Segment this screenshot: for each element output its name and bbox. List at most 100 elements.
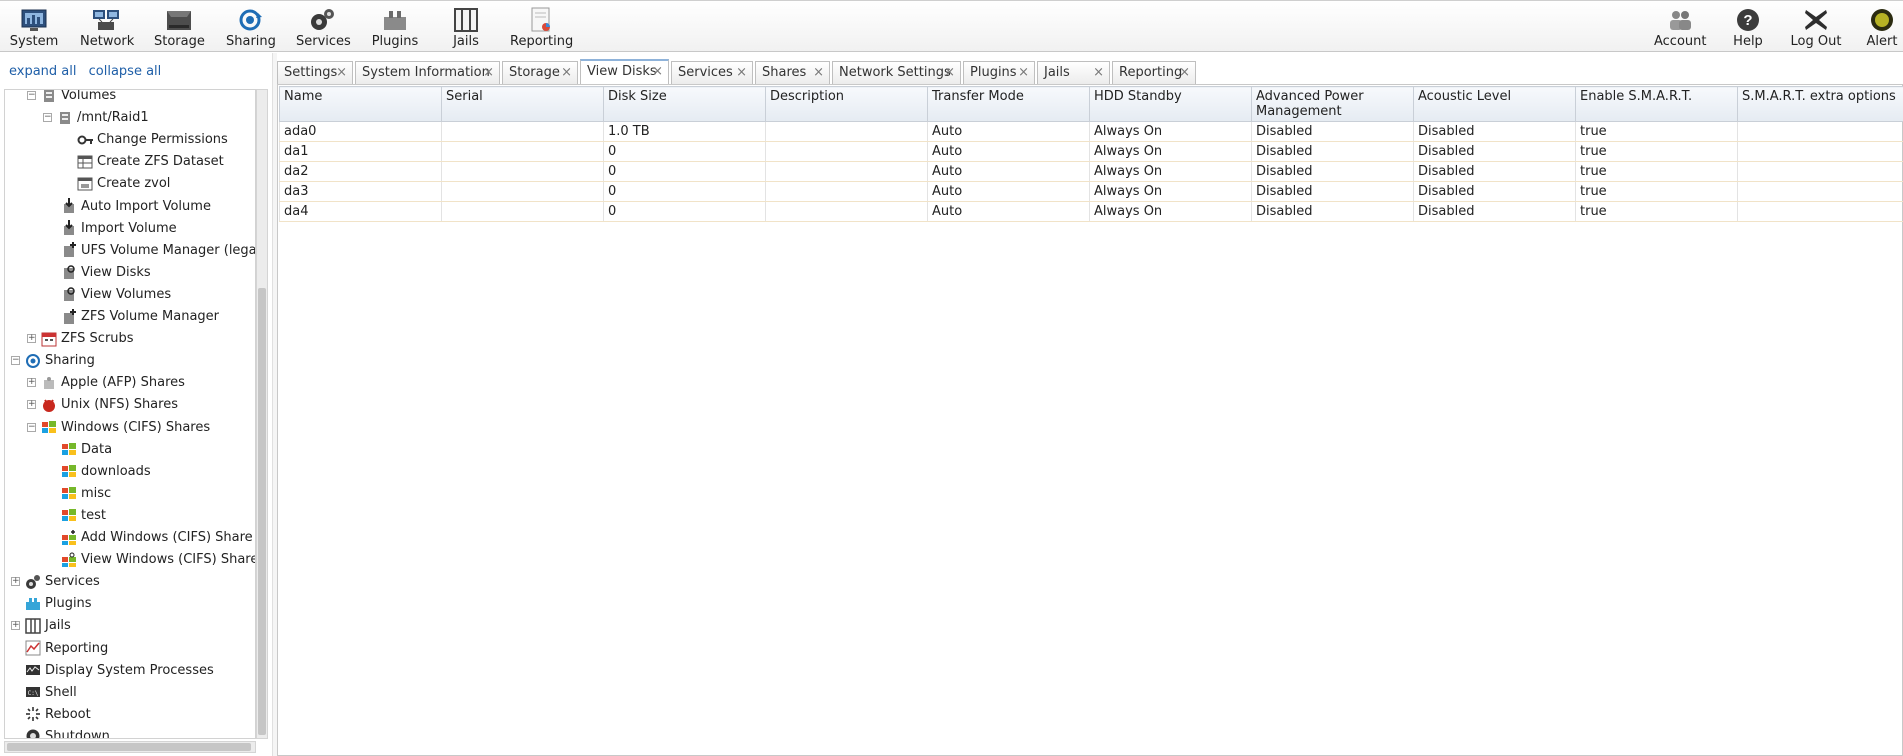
tree-item[interactable]: − Windows (CIFS) Shares bbox=[27, 417, 210, 439]
tab-close-icon[interactable]: × bbox=[1093, 62, 1104, 83]
tree-item[interactable]: + Jails bbox=[11, 615, 71, 637]
tree-vertical-scrollbar[interactable] bbox=[256, 89, 268, 739]
tree-item[interactable]: − Sharing bbox=[11, 350, 95, 372]
toolbar-network-button[interactable]: Network bbox=[80, 1, 134, 53]
tab-close-icon[interactable]: × bbox=[561, 62, 572, 83]
tree-item[interactable]: test bbox=[47, 505, 106, 527]
expand-toggle[interactable]: + bbox=[11, 621, 20, 631]
tree-item[interactable]: + ZFS Scrubs bbox=[27, 328, 134, 350]
tree-item[interactable]: View Windows (CIFS) Shares bbox=[47, 549, 255, 571]
tree-item[interactable]: Data bbox=[47, 439, 112, 461]
column-header[interactable]: Transfer Mode bbox=[927, 86, 1090, 122]
cifs-share-icon bbox=[62, 509, 76, 522]
tab-shares[interactable]: Shares × bbox=[755, 61, 830, 84]
tree-item[interactable]: Display System Processes bbox=[11, 660, 214, 682]
tree-item[interactable]: misc bbox=[47, 483, 111, 505]
tab-system-information[interactable]: System Information × bbox=[355, 61, 500, 84]
toolbar-reporting-button[interactable]: Reporting bbox=[510, 1, 573, 53]
tab-reporting[interactable]: Reporting × bbox=[1112, 61, 1196, 84]
afp-share-icon bbox=[44, 376, 54, 389]
scrollbar-thumb[interactable] bbox=[258, 288, 266, 735]
column-header[interactable]: Enable S.M.A.R.T. bbox=[1575, 86, 1738, 122]
column-header[interactable]: Description bbox=[765, 86, 928, 122]
tree-item[interactable]: Plugins bbox=[11, 593, 92, 615]
tab-jails[interactable]: Jails × bbox=[1037, 61, 1110, 84]
tree-item[interactable]: + Unix (NFS) Shares bbox=[27, 394, 178, 416]
toolbar-jails-button[interactable]: Jails bbox=[446, 1, 486, 53]
toolbar-sharing-button[interactable]: Sharing bbox=[226, 1, 276, 53]
tree-item[interactable]: Shutdown bbox=[11, 726, 110, 738]
tab-label: Settings bbox=[284, 65, 338, 80]
table-cell bbox=[1737, 141, 1903, 162]
expand-all-link[interactable]: expand all bbox=[9, 64, 77, 79]
tab-plugins[interactable]: Plugins × bbox=[963, 61, 1035, 84]
toolbar-system-button[interactable]: System bbox=[8, 1, 60, 53]
tab-close-icon[interactable]: × bbox=[736, 62, 747, 83]
collapse-toggle[interactable]: − bbox=[27, 422, 36, 432]
tree-item[interactable]: Auto Import Volume bbox=[47, 196, 211, 218]
collapse-toggle[interactable]: − bbox=[11, 356, 20, 366]
tab-close-icon[interactable]: × bbox=[813, 62, 824, 83]
expand-toggle[interactable]: + bbox=[27, 378, 36, 388]
tree-item[interactable]: Import Volume bbox=[47, 218, 177, 240]
tree-item[interactable]: C:\ Shell bbox=[11, 682, 77, 704]
tree-horizontal-scrollbar[interactable] bbox=[4, 741, 256, 753]
toolbar-services-button[interactable]: Services bbox=[296, 1, 351, 53]
tree-item[interactable]: + Services bbox=[11, 571, 100, 593]
tab-close-icon[interactable]: × bbox=[1018, 62, 1029, 83]
column-header[interactable]: Serial bbox=[441, 86, 604, 122]
tree-item[interactable]: View Disks bbox=[47, 262, 151, 284]
column-header[interactable]: Acoustic Level bbox=[1413, 86, 1576, 122]
tree-item-label: View Volumes bbox=[81, 286, 172, 302]
tree-item[interactable]: downloads bbox=[47, 461, 151, 483]
tab-services[interactable]: Services × bbox=[671, 61, 753, 84]
tab-close-icon[interactable]: × bbox=[652, 61, 663, 82]
table-cell bbox=[765, 161, 928, 182]
tab-close-icon[interactable]: × bbox=[1179, 62, 1190, 83]
column-header[interactable]: S.M.A.R.T. extra options bbox=[1737, 86, 1903, 122]
tree-item[interactable]: − /mnt/Raid1 bbox=[43, 107, 149, 129]
toolbar-storage-button[interactable]: Storage bbox=[154, 1, 205, 53]
tree-item[interactable]: View Volumes bbox=[47, 284, 171, 306]
table-row[interactable]: da4 0 Auto Always On Disabled Disabled true bbox=[279, 201, 1903, 222]
scrollbar-thumb[interactable] bbox=[7, 743, 251, 751]
column-header[interactable]: Disk Size bbox=[603, 86, 766, 122]
tab-close-icon[interactable]: × bbox=[483, 62, 494, 83]
column-header[interactable]: Name bbox=[279, 86, 442, 122]
tab-settings[interactable]: Settings × bbox=[277, 61, 353, 84]
reboot-icon bbox=[26, 707, 40, 722]
tree-item[interactable]: Create ZFS Dataset bbox=[63, 151, 224, 173]
collapse-toggle[interactable]: − bbox=[27, 91, 36, 100]
toolbar-account-button[interactable]: Account bbox=[1654, 1, 1707, 53]
column-header[interactable]: HDD Standby bbox=[1089, 86, 1252, 122]
tab-storage[interactable]: Storage × bbox=[502, 61, 578, 84]
expand-toggle[interactable]: + bbox=[11, 577, 20, 587]
toolbar-plugins-button[interactable]: Plugins bbox=[370, 1, 420, 53]
tree-item[interactable]: UFS Volume Manager (legacy) bbox=[47, 240, 255, 262]
tab-close-icon[interactable]: × bbox=[944, 62, 955, 83]
column-header[interactable]: Advanced Power Management bbox=[1251, 86, 1414, 122]
tab-network-settings[interactable]: Network Settings × bbox=[832, 61, 961, 84]
collapse-all-link[interactable]: collapse all bbox=[89, 64, 162, 79]
tree-item[interactable]: + Apple (AFP) Shares bbox=[27, 372, 185, 394]
toolbar-help-button[interactable]: ? Help bbox=[1728, 1, 1768, 53]
toolbar-logout-button[interactable]: Log Out bbox=[1788, 1, 1844, 53]
table-cell bbox=[441, 141, 604, 162]
table-row[interactable]: da3 0 Auto Always On Disabled Disabled true bbox=[279, 181, 1903, 202]
tab-close-icon[interactable]: × bbox=[336, 62, 347, 83]
tree-item[interactable]: Reboot bbox=[11, 704, 91, 726]
expand-toggle[interactable]: + bbox=[27, 400, 36, 410]
table-row[interactable]: da2 0 Auto Always On Disabled Disabled true bbox=[279, 161, 1903, 182]
expand-toggle[interactable]: + bbox=[27, 334, 36, 344]
tree-item[interactable]: Add Windows (CIFS) Share bbox=[47, 527, 253, 549]
collapse-toggle[interactable]: − bbox=[43, 113, 52, 123]
tree-item[interactable]: Change Permissions bbox=[63, 129, 228, 151]
tree-item[interactable]: ZFS Volume Manager bbox=[47, 306, 219, 328]
tree-item[interactable]: Reporting bbox=[11, 638, 108, 660]
table-row[interactable]: ada0 1.0 TB Auto Always On Disabled Disabled t… bbox=[279, 121, 1903, 142]
tree-item[interactable]: − Volumes bbox=[27, 90, 116, 107]
tree-item[interactable]: Create zvol bbox=[63, 173, 170, 195]
table-row[interactable]: da1 0 Auto Always On Disabled Disabled true bbox=[279, 141, 1903, 162]
toolbar-alert-button[interactable]: Alert bbox=[1862, 1, 1902, 53]
tab-view-disks[interactable]: View Disks × bbox=[580, 59, 669, 85]
